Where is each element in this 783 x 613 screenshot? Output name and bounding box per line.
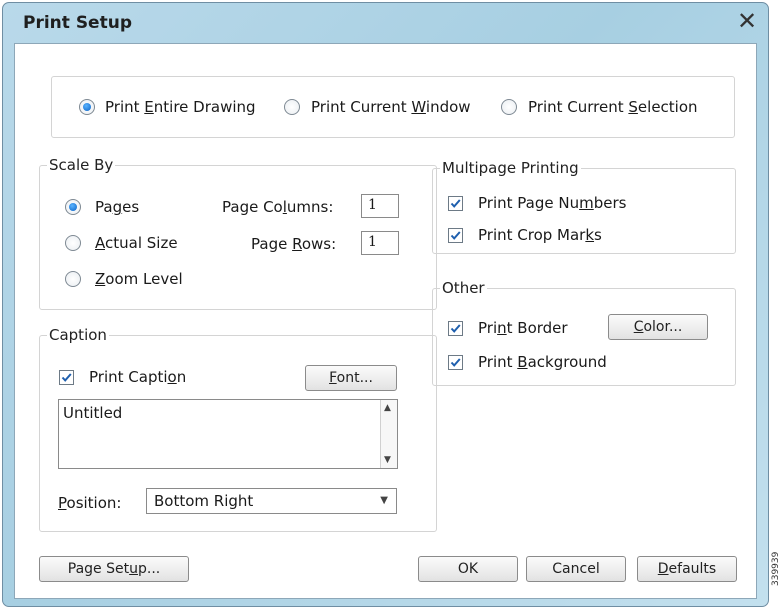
position-select[interactable]: Bottom Right ▼ — [146, 488, 397, 514]
other-group: Other Print Border Color... Print Backgr… — [432, 279, 736, 386]
color-button[interactable]: Color... — [608, 314, 708, 340]
scale-pages-label[interactable]: Pages — [95, 198, 139, 216]
position-label: Position: — [58, 494, 122, 512]
scale-zoom-level-label[interactable]: Zoom Level — [95, 270, 183, 288]
print-entire-drawing-radio[interactable] — [79, 99, 95, 115]
print-entire-drawing-label[interactable]: Print Entire Drawing — [105, 98, 256, 116]
dialog-title: Print Setup — [23, 13, 132, 33]
scroll-down-icon[interactable]: ▼ — [384, 455, 391, 465]
multipage-printing-group: Multipage Printing Print Page Numbers Pr… — [432, 159, 736, 254]
scroll-up-icon[interactable]: ▲ — [384, 403, 391, 413]
chevron-down-icon[interactable]: ▼ — [380, 495, 388, 506]
scale-actual-size-label[interactable]: Actual Size — [95, 234, 178, 252]
print-crop-marks-label[interactable]: Print Crop Marks — [478, 226, 602, 244]
page-columns-label: Page Columns: — [222, 198, 334, 216]
multipage-printing-legend: Multipage Printing — [440, 159, 581, 177]
close-icon[interactable]: ✕ — [733, 7, 761, 35]
print-current-selection-radio[interactable] — [501, 99, 517, 115]
caption-text: Untitled — [63, 404, 123, 422]
scale-by-group: Scale By Pages Actual Size Zoom Level Pa… — [39, 156, 437, 310]
checkmark-icon — [450, 358, 461, 367]
print-background-label[interactable]: Print Background — [478, 353, 607, 371]
checkmark-icon — [450, 231, 461, 240]
page-setup-button[interactable]: Page Setup... — [39, 556, 189, 582]
dialog-window: Print Setup ✕ Print Entire Drawing Print… — [2, 2, 769, 607]
checkmark-icon — [450, 324, 461, 333]
scale-pages-radio[interactable] — [65, 199, 81, 215]
scale-actual-size-radio[interactable] — [65, 235, 81, 251]
print-scope-group: Print Entire Drawing Print Current Windo… — [51, 76, 735, 138]
page-rows-input[interactable]: 1 — [361, 231, 399, 255]
dialog-content: Print Entire Drawing Print Current Windo… — [14, 43, 757, 599]
print-current-window-label[interactable]: Print Current Window — [311, 98, 471, 116]
checkmark-icon — [450, 199, 461, 208]
print-page-numbers-checkbox[interactable] — [448, 196, 463, 211]
checkmark-icon — [61, 373, 72, 382]
scale-by-legend: Scale By — [47, 156, 116, 174]
defaults-button[interactable]: Defaults — [637, 556, 737, 582]
print-border-checkbox[interactable] — [448, 321, 463, 336]
font-button[interactable]: Font... — [305, 365, 397, 391]
print-current-selection-label[interactable]: Print Current Selection — [528, 98, 698, 116]
caption-scrollbar[interactable]: ▲ ▼ — [380, 400, 397, 468]
other-legend: Other — [440, 279, 487, 297]
print-page-numbers-label[interactable]: Print Page Numbers — [478, 194, 626, 212]
print-current-window-radio[interactable] — [284, 99, 300, 115]
page-rows-label: Page Rows: — [251, 235, 337, 253]
print-border-label[interactable]: Print Border — [478, 319, 568, 337]
page-columns-input[interactable]: 1 — [361, 194, 399, 218]
ok-button[interactable]: OK — [418, 556, 518, 582]
print-caption-label[interactable]: Print Caption — [89, 368, 186, 386]
caption-text-area[interactable]: Untitled ▲ ▼ — [58, 399, 398, 469]
print-background-checkbox[interactable] — [448, 355, 463, 370]
position-select-value: Bottom Right — [154, 492, 254, 510]
print-crop-marks-checkbox[interactable] — [448, 228, 463, 243]
cancel-button[interactable]: Cancel — [526, 556, 626, 582]
title-bar[interactable]: Print Setup ✕ — [3, 3, 768, 43]
figure-code: 339939 — [771, 551, 781, 586]
scale-zoom-level-radio[interactable] — [65, 271, 81, 287]
caption-legend: Caption — [47, 326, 109, 344]
print-caption-checkbox[interactable] — [59, 370, 74, 385]
